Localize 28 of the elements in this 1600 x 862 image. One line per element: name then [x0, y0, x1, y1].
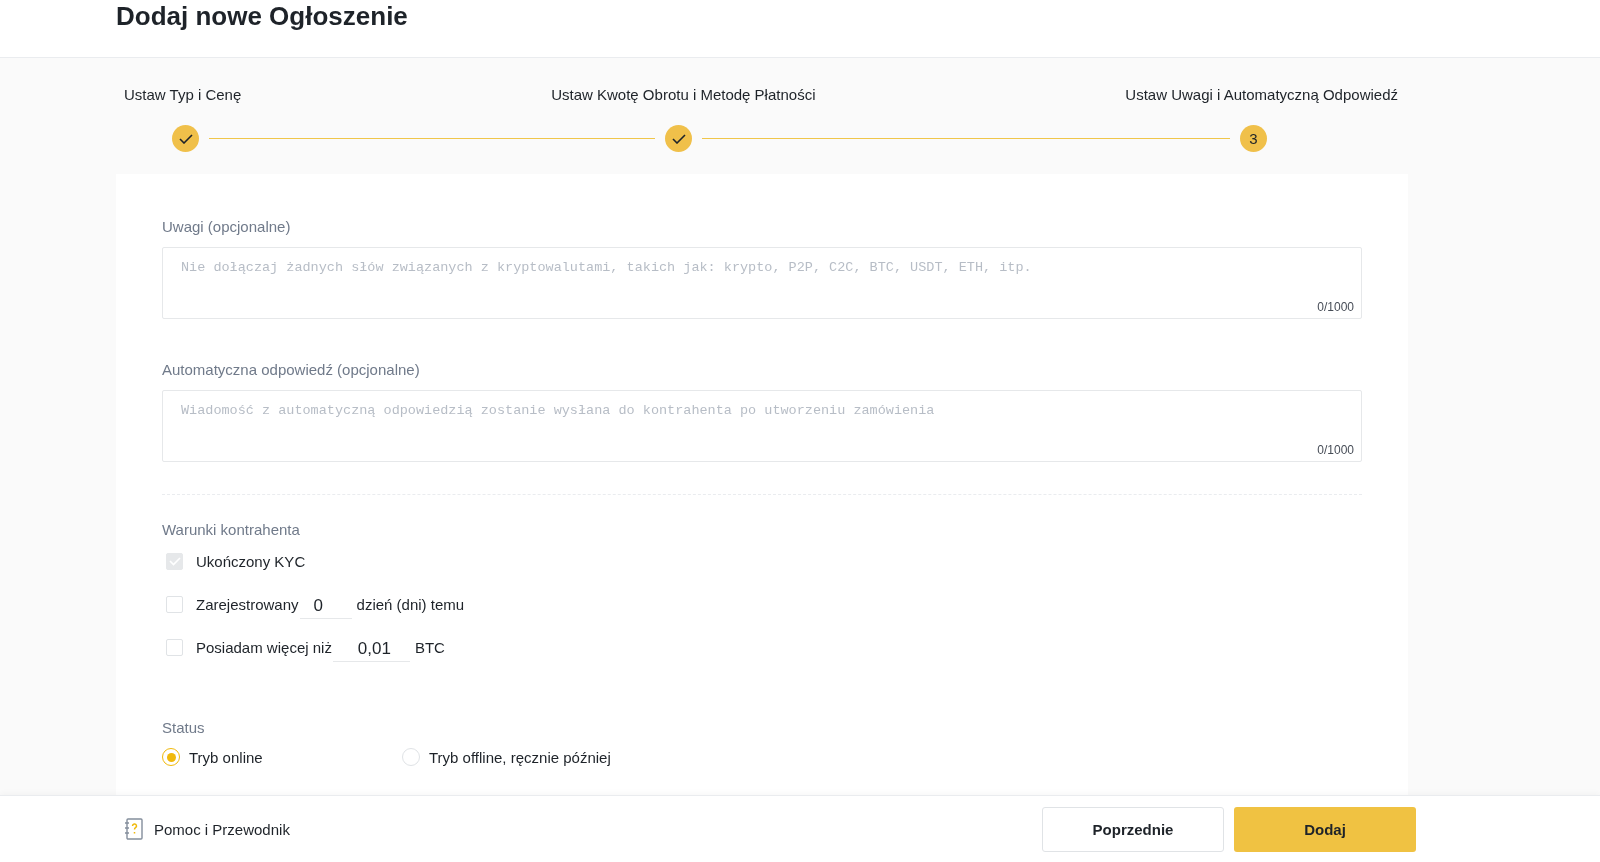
- check-icon: [178, 133, 193, 144]
- page-title: Dodaj nowe Ogłoszenie: [116, 1, 408, 32]
- check-icon: [671, 133, 686, 144]
- previous-button[interactable]: Poprzednie: [1042, 806, 1224, 852]
- unit-label: BTC: [414, 639, 445, 656]
- radio-label: Tryb online: [189, 748, 263, 766]
- field-label: Uwagi (opcjonalne): [162, 218, 292, 235]
- step-label: Ustaw Typ i Cenę: [124, 86, 242, 103]
- character-counter: 0/1000: [1317, 443, 1354, 457]
- help-link[interactable]: Pomoc i Przewodnik: [154, 820, 290, 838]
- checkbox[interactable]: [166, 639, 183, 656]
- character-counter: 0/1000: [1317, 300, 1354, 314]
- unit-label: dzień (dni) temu: [356, 596, 465, 613]
- step-label: Ustaw Kwotę Obrotu i Metodę Płatności: [551, 86, 816, 103]
- checkbox-label: Posiadam więcej niż: [196, 639, 332, 656]
- step-number: 3: [1249, 130, 1258, 147]
- step-label: Ustaw Uwagi i Automatyczną Odpowiedź: [1125, 86, 1398, 103]
- add-button[interactable]: Dodaj: [1234, 806, 1416, 852]
- section-title: Warunki kontrahenta: [162, 521, 301, 538]
- checkbox[interactable]: [166, 596, 183, 613]
- section-title: Status: [162, 719, 206, 736]
- field-label: Automatyczna odpowiedź (opcjonalne): [162, 361, 421, 378]
- checkbox-label: Zarejestrowany: [196, 596, 299, 613]
- help-book-icon: [124, 818, 144, 840]
- number-input[interactable]: 0,01: [332, 639, 410, 662]
- checkbox-label: Ukończony KYC: [196, 553, 306, 570]
- radio-label: Tryb offline, ręcznie później: [429, 748, 611, 766]
- number-input[interactable]: 0: [299, 596, 352, 619]
